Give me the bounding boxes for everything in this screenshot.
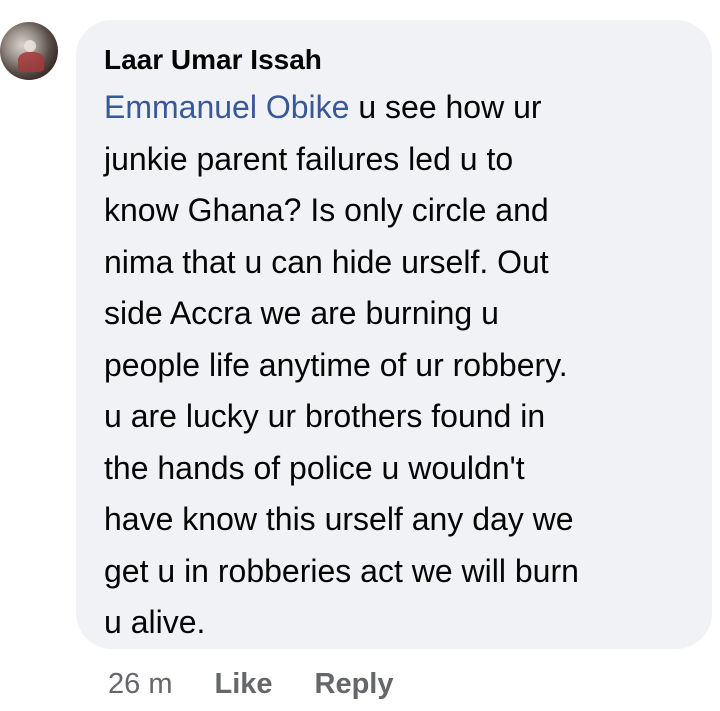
comment-author[interactable]: Laar Umar Issah <box>104 42 684 78</box>
avatar-figure-shape <box>18 52 44 72</box>
like-button[interactable]: Like <box>214 668 272 701</box>
comment-meta: 26 m Like Reply <box>108 664 436 704</box>
mention-link[interactable]: Emmanuel Obike <box>104 89 349 125</box>
avatar-head-shape <box>24 40 36 52</box>
avatar[interactable] <box>0 22 58 80</box>
comment-bubble: Laar Umar Issah Emmanuel Obike u see how… <box>76 20 712 649</box>
comment-text: u see how ur junkie parent failures led … <box>104 89 579 640</box>
comment-timestamp[interactable]: 26 m <box>108 668 172 701</box>
comment-body: Emmanuel Obike u see how ur junkie paren… <box>104 82 684 649</box>
reply-button[interactable]: Reply <box>315 668 394 701</box>
